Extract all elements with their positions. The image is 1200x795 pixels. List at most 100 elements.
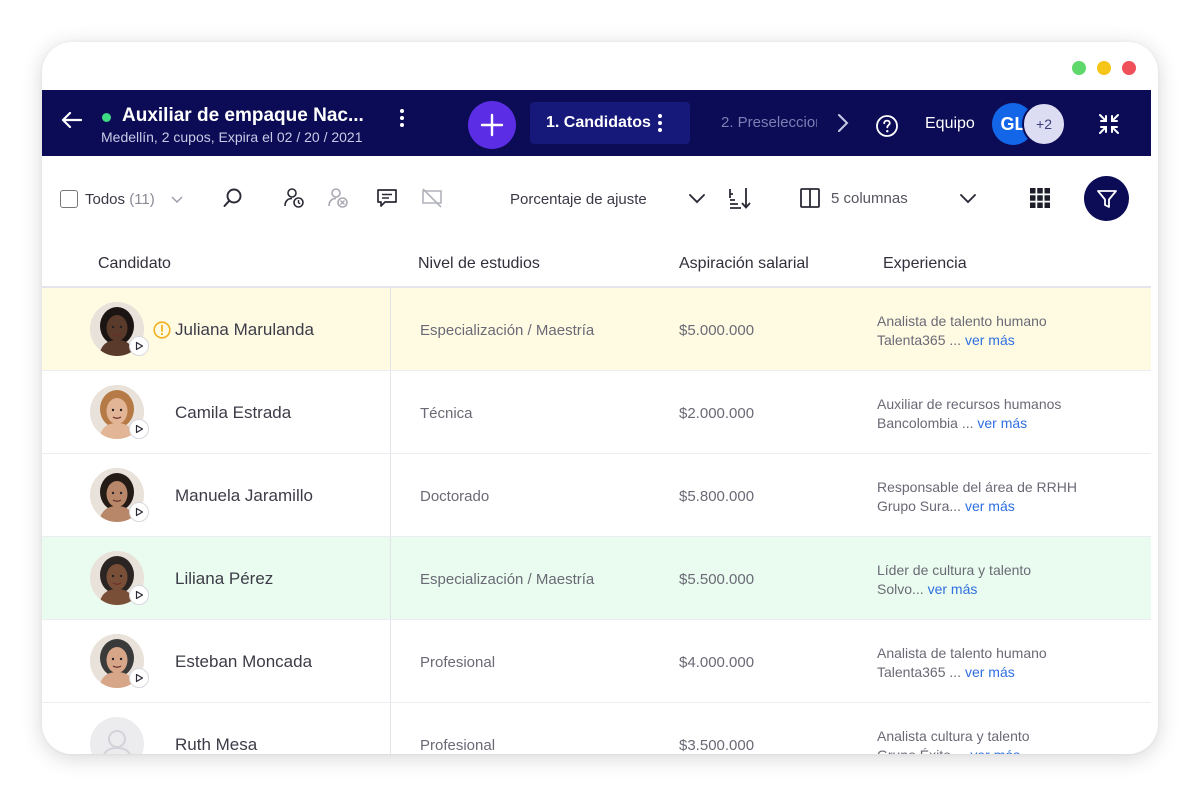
play-video-button[interactable]: [129, 336, 149, 356]
assign-user-icon[interactable]: [282, 186, 306, 210]
col-aspiracion-salarial[interactable]: Aspiración salarial: [679, 255, 809, 273]
see-more-link[interactable]: ver más: [965, 332, 1015, 348]
play-video-button[interactable]: [129, 502, 149, 522]
experience-company: Talenta365 ... ver más: [877, 664, 1015, 680]
column-separator: [390, 703, 391, 754]
close-dot[interactable]: [1122, 61, 1136, 75]
candidate-name[interactable]: Juliana Marulanda: [175, 320, 314, 340]
remove-user-icon[interactable]: [326, 186, 350, 210]
user-placeholder-icon: [103, 730, 131, 754]
column-separator: [390, 537, 391, 619]
disabled-comment-icon[interactable]: [421, 187, 443, 209]
table-row[interactable]: Ruth Mesa Profesional $3.500.000 Analista c…: [42, 703, 1151, 754]
maximize-dot[interactable]: [1097, 61, 1111, 75]
table-row[interactable]: Juliana Marulanda Especialización / Maest…: [42, 288, 1151, 371]
table-row[interactable]: Liliana Pérez Especialización / Maestría $…: [42, 537, 1151, 620]
experience-company-text: Bancolombia ...: [877, 415, 974, 431]
play-video-button[interactable]: [129, 668, 149, 688]
see-more-link[interactable]: ver más: [977, 415, 1027, 431]
add-button[interactable]: [468, 101, 516, 149]
columns-label[interactable]: 5 columnas: [831, 190, 908, 207]
sort-dropdown-icon[interactable]: [688, 193, 706, 205]
filter-button[interactable]: [1084, 176, 1129, 221]
step-tab-candidatos[interactable]: 1. Candidatos: [530, 102, 690, 144]
col-experiencia[interactable]: Experiencia: [883, 255, 967, 273]
play-icon: [135, 424, 144, 434]
avatar-more[interactable]: +2: [1022, 102, 1066, 146]
column-separator: [390, 371, 391, 453]
grid-view-icon[interactable]: [1029, 187, 1051, 209]
col-candidato[interactable]: Candidato: [98, 255, 171, 273]
select-all-text: Todos: [85, 191, 126, 208]
select-all-checkbox[interactable]: [60, 190, 78, 208]
back-arrow-icon[interactable]: [60, 108, 84, 132]
candidate-name[interactable]: Camila Estrada: [175, 403, 291, 423]
salary-expectation: $5.000.000: [679, 322, 755, 339]
team-label[interactable]: Equipo: [925, 115, 975, 133]
job-subtitle: Medellín, 2 cupos, Expira el 02 / 20 / 2…: [101, 129, 363, 145]
education-level: Especialización / Maestría: [420, 322, 595, 339]
step-tab-preseleccionados[interactable]: 2. Preseleccionados: [721, 114, 817, 131]
salary-expectation: $2.000.000: [679, 405, 755, 422]
app-window: Auxiliar de empaque Nac... Medellín, 2 c…: [42, 42, 1158, 754]
status-dot: [102, 113, 111, 122]
education-level: Especialización / Maestría: [420, 571, 595, 588]
table-header: Candidato Nivel de estudios Aspiración s…: [42, 240, 1151, 288]
columns-icon[interactable]: [799, 187, 821, 209]
candidate-name[interactable]: Liliana Pérez: [175, 569, 273, 589]
sort-descending-icon[interactable]: [727, 186, 751, 210]
comment-icon[interactable]: [376, 187, 398, 209]
see-more-link[interactable]: ver más: [965, 664, 1015, 680]
see-more-link[interactable]: ver más: [970, 747, 1020, 754]
minimize-dot[interactable]: [1072, 61, 1086, 75]
help-icon[interactable]: [875, 114, 899, 138]
col-nivel-estudios[interactable]: Nivel de estudios: [418, 255, 540, 273]
collapse-icon[interactable]: [1097, 112, 1121, 136]
select-all-label[interactable]: Todos (11): [85, 191, 155, 208]
salary-expectation: $5.500.000: [679, 571, 755, 588]
candidate-name[interactable]: Ruth Mesa: [175, 735, 257, 754]
education-level: Profesional: [420, 654, 496, 671]
experience-company: Grupo Éxito ... ver más: [877, 747, 1020, 754]
select-all-count: (11): [129, 191, 155, 208]
column-separator: [390, 454, 391, 536]
window-controls: [1072, 61, 1136, 75]
play-video-button[interactable]: [129, 419, 149, 439]
candidate-avatar[interactable]: [90, 717, 144, 754]
play-icon: [135, 341, 144, 351]
columns-dropdown-icon[interactable]: [959, 193, 977, 205]
candidate-name[interactable]: Manuela Jaramillo: [175, 486, 313, 506]
warning-icon[interactable]: [153, 321, 171, 344]
experience-role: Auxiliar de recursos humanos: [877, 396, 1062, 412]
chevron-down-icon[interactable]: [171, 195, 183, 205]
education-level: Doctorado: [420, 488, 490, 505]
column-separator: [390, 620, 391, 702]
toolbar: Todos (11) Porcentaje de ajuste 5 column…: [42, 156, 1151, 240]
table-row[interactable]: Camila Estrada Técnica $2.000.000 Auxiliar …: [42, 371, 1151, 454]
job-kebab-icon[interactable]: [398, 107, 406, 129]
search-icon[interactable]: [222, 187, 244, 209]
see-more-link[interactable]: ver más: [965, 498, 1015, 514]
play-icon: [135, 507, 144, 517]
table-row[interactable]: Esteban Moncada Profesional $4.000.000 Anal…: [42, 620, 1151, 703]
experience-company-text: Grupo Éxito ...: [877, 747, 966, 754]
experience-company-text: Grupo Sura...: [877, 498, 962, 514]
sort-label[interactable]: Porcentaje de ajuste: [510, 191, 647, 208]
play-video-button[interactable]: [129, 585, 149, 605]
chevron-right-icon[interactable]: [836, 113, 850, 133]
see-more-link[interactable]: ver más: [928, 581, 978, 597]
play-icon: [135, 673, 144, 683]
experience-company-text: Solvo...: [877, 581, 924, 597]
step-kebab-icon[interactable]: [657, 113, 663, 133]
salary-expectation: $3.500.000: [679, 737, 755, 754]
education-level: Profesional: [420, 737, 496, 754]
experience-company-text: Talenta365 ...: [877, 664, 962, 680]
table-row[interactable]: Manuela Jaramillo Doctorado $5.800.000 Resp…: [42, 454, 1151, 537]
experience-company: Talenta365 ... ver más: [877, 332, 1015, 348]
vacancy-header: Auxiliar de empaque Nac... Medellín, 2 c…: [42, 90, 1151, 156]
experience-company: Solvo... ver más: [877, 581, 977, 597]
filter-icon: [1096, 189, 1117, 208]
column-separator: [390, 288, 391, 370]
experience-company: Grupo Sura... ver más: [877, 498, 1015, 514]
candidate-name[interactable]: Esteban Moncada: [175, 652, 312, 672]
